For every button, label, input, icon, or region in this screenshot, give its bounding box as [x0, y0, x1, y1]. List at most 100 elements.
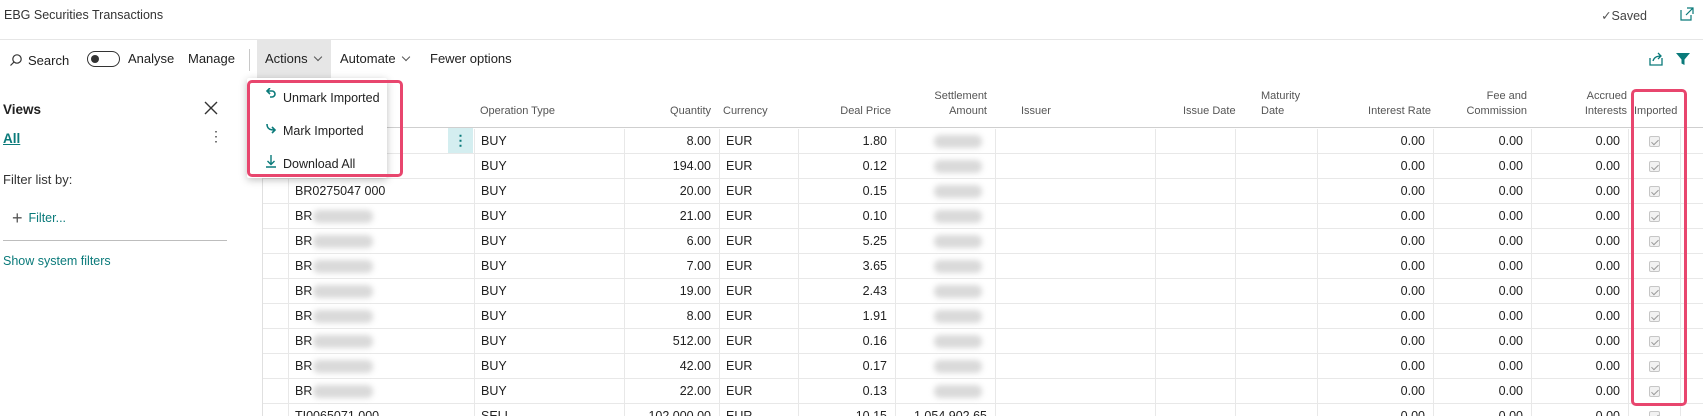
row-actions-icon[interactable]: ⋮	[448, 128, 473, 153]
table-cell[interactable]: 0.16	[799, 329, 896, 354]
table-cell[interactable]: 0.00	[1434, 329, 1532, 354]
table-cell[interactable]: EUR	[720, 329, 799, 354]
table-cell[interactable]: BUY	[475, 329, 625, 354]
table-row[interactable]: BR BUY 42.00 EUR 0.17 0.00 0.00 0.00	[263, 354, 1703, 379]
actions-menu-button[interactable]: Actions	[265, 51, 322, 66]
col-operation-type[interactable]: Operation Type	[480, 104, 555, 119]
col-maturity-date[interactable]: Maturity Date	[1261, 89, 1300, 119]
table-cell[interactable]: 0.00	[1532, 404, 1629, 416]
table-cell[interactable]: 0.00	[1434, 404, 1532, 416]
table-cell[interactable]: EUR	[720, 354, 799, 379]
table-cell[interactable]: EUR	[720, 179, 799, 204]
table-cell[interactable]: EUR	[720, 404, 799, 416]
table-cell[interactable]: BUY	[475, 304, 625, 329]
col-deal-price[interactable]: Deal Price	[803, 104, 891, 119]
table-cell[interactable]: 0.15	[799, 179, 896, 204]
table-cell[interactable]: 0.00	[1532, 279, 1629, 304]
table-cell[interactable]: 0.00	[1318, 154, 1434, 179]
table-cell[interactable]: 0.00	[1318, 204, 1434, 229]
table-cell[interactable]: BUY	[475, 379, 625, 404]
table-cell[interactable]: 3.65	[799, 254, 896, 279]
table-cell[interactable]: BUY	[475, 204, 625, 229]
table-cell[interactable]: 0.00	[1318, 229, 1434, 254]
table-cell[interactable]: BUY	[475, 154, 625, 179]
table-cell[interactable]: 0.00	[1318, 354, 1434, 379]
table-row[interactable]: BR BUY 8.00 EUR 1.91 0.00 0.00 0.00	[263, 304, 1703, 329]
table-cell[interactable]: BUY	[475, 279, 625, 304]
table-cell[interactable]: 19.00	[625, 279, 720, 304]
col-fee-commission[interactable]: Fee and Commission	[1443, 89, 1527, 119]
table-cell[interactable]: 6.00	[625, 229, 720, 254]
table-cell[interactable]: 0.00	[1532, 304, 1629, 329]
table-cell[interactable]: 0.00	[1318, 404, 1434, 416]
table-cell[interactable]: 0.00	[1532, 179, 1629, 204]
table-cell[interactable]: BR0275047 000	[289, 179, 475, 204]
table-cell[interactable]: 0.00	[1434, 154, 1532, 179]
analyse-label[interactable]: Analyse	[128, 51, 174, 66]
table-cell[interactable]: 1,054,902.65	[896, 404, 996, 416]
show-system-filters-link[interactable]: Show system filters	[3, 254, 111, 268]
view-all-link[interactable]: All	[3, 131, 20, 146]
table-cell[interactable]: 0.00	[1434, 304, 1532, 329]
col-issue-date[interactable]: Issue Date	[1183, 104, 1236, 119]
manage-button[interactable]: Manage	[188, 51, 235, 66]
analyse-toggle[interactable]	[87, 51, 120, 67]
table-cell[interactable]: 42.00	[625, 354, 720, 379]
table-cell[interactable]: 0.00	[1532, 154, 1629, 179]
col-currency[interactable]: Currency	[723, 104, 768, 119]
automate-menu-button[interactable]: Automate	[340, 51, 410, 66]
table-cell[interactable]: 512.00	[625, 329, 720, 354]
close-icon[interactable]	[203, 100, 219, 116]
table-cell[interactable]: EUR	[720, 254, 799, 279]
table-cell[interactable]: 0.00	[1532, 204, 1629, 229]
table-row[interactable]: BR BUY 21.00 EUR 0.10 0.00 0.00 0.00	[263, 204, 1703, 229]
table-row[interactable]: BR BUY 512.00 EUR 0.16 0.00 0.00 0.00	[263, 329, 1703, 354]
table-row[interactable]: BR BUY 19.00 EUR 2.43 0.00 0.00 0.00	[263, 279, 1703, 304]
col-quantity[interactable]: Quantity	[623, 104, 711, 119]
open-in-new-window-icon[interactable]	[1679, 6, 1695, 22]
table-cell[interactable]: EUR	[720, 154, 799, 179]
table-row[interactable]: TI0065071 000 SELL 102,000.00 EUR 10.15 1,054…	[263, 404, 1703, 416]
table-cell[interactable]: 20.00	[625, 179, 720, 204]
table-cell[interactable]: 0.00	[1434, 279, 1532, 304]
table-cell[interactable]: 194.00	[625, 154, 720, 179]
table-cell[interactable]: 0.00	[1532, 229, 1629, 254]
table-cell[interactable]: 0.00	[1318, 304, 1434, 329]
table-cell[interactable]: EUR	[720, 129, 799, 154]
table-row[interactable]: BUY 194.00 EUR 0.12 0.00 0.00 0.00	[263, 154, 1703, 179]
table-cell[interactable]: 0.00	[1318, 379, 1434, 404]
table-cell[interactable]: BUY	[475, 229, 625, 254]
table-cell[interactable]: 0.00	[1318, 279, 1434, 304]
table-cell[interactable]: EUR	[720, 379, 799, 404]
table-cell[interactable]: 0.00	[1318, 179, 1434, 204]
table-cell[interactable]: 0.00	[1434, 129, 1532, 154]
table-cell[interactable]: 0.00	[1434, 354, 1532, 379]
table-cell[interactable]: 1.91	[799, 304, 896, 329]
col-interest-rate[interactable]: Interest Rate	[1343, 104, 1431, 119]
table-cell[interactable]: 2.43	[799, 279, 896, 304]
table-cell[interactable]: 8.00	[625, 129, 720, 154]
table-cell[interactable]: 0.00	[1532, 379, 1629, 404]
table-cell[interactable]: 0.17	[799, 354, 896, 379]
table-cell[interactable]: BUY	[475, 254, 625, 279]
table-cell[interactable]: 0.00	[1532, 254, 1629, 279]
fewer-options-button[interactable]: Fewer options	[430, 51, 512, 66]
share-icon[interactable]	[1647, 50, 1665, 68]
table-cell[interactable]: BUY	[475, 179, 625, 204]
table-row[interactable]: BR0275047 000 BUY 20.00 EUR 0.15 0.00 0.00 0.00	[263, 179, 1703, 204]
table-cell[interactable]: BUY	[475, 354, 625, 379]
table-row[interactable]: BR BUY 22.00 EUR 0.13 0.00 0.00 0.00	[263, 379, 1703, 404]
table-cell[interactable]: 5.25	[799, 229, 896, 254]
table-row[interactable]: BR BUY 6.00 EUR 5.25 0.00 0.00 0.00	[263, 229, 1703, 254]
table-cell[interactable]: 0.00	[1434, 179, 1532, 204]
table-row[interactable]: BUY 8.00 EUR 1.80 0.00 0.00 0.00	[263, 129, 1703, 154]
imported-checkbox[interactable]	[1649, 411, 1660, 416]
table-cell[interactable]: 0.00	[1434, 379, 1532, 404]
table-row[interactable]: BR BUY 7.00 EUR 3.65 0.00 0.00 0.00	[263, 254, 1703, 279]
table-cell[interactable]: 0.10	[799, 204, 896, 229]
table-cell[interactable]: 21.00	[625, 204, 720, 229]
table-cell[interactable]: 0.00	[1434, 204, 1532, 229]
table-cell[interactable]: 7.00	[625, 254, 720, 279]
filter-icon[interactable]	[1674, 50, 1692, 68]
table-cell[interactable]: EUR	[720, 204, 799, 229]
